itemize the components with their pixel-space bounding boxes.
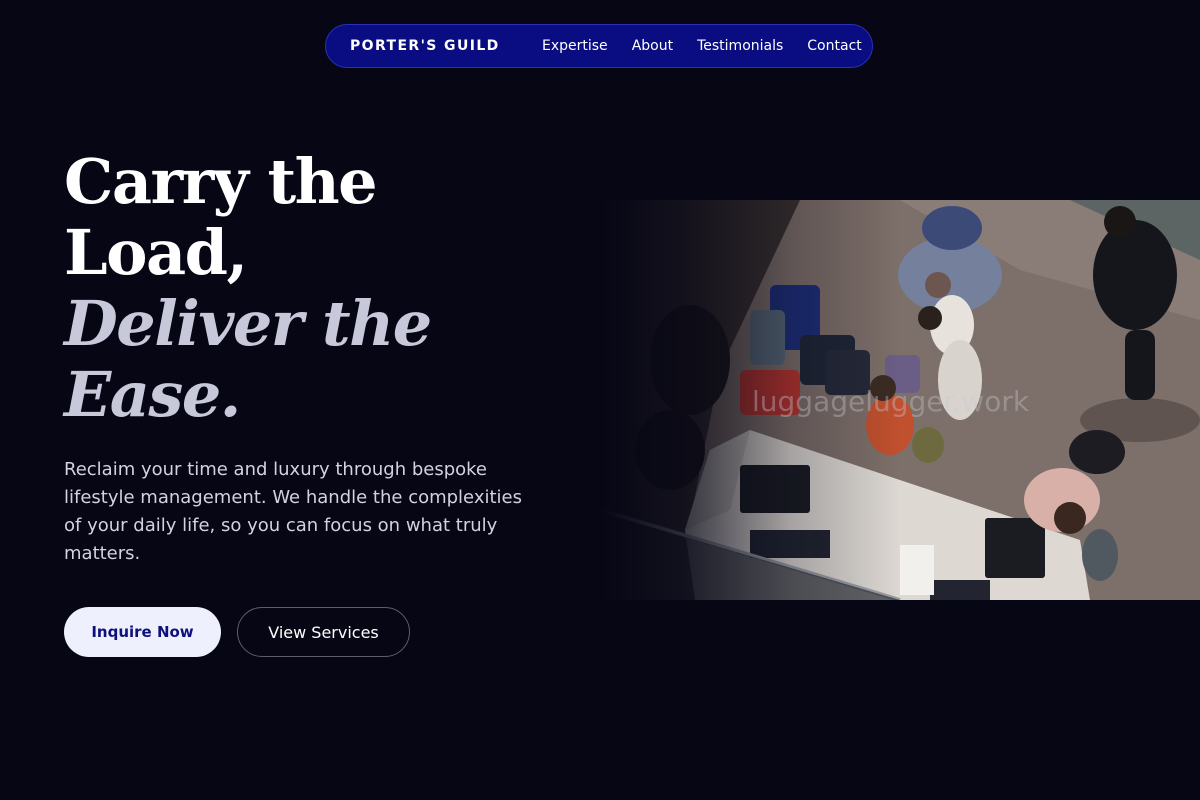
- inquire-now-button[interactable]: Inquire Now: [64, 607, 221, 657]
- top-nav: PORTER'S GUILD Expertise About Testimoni…: [325, 24, 873, 68]
- headline-line-2: Load,: [64, 216, 248, 289]
- view-services-button[interactable]: View Services: [237, 607, 410, 657]
- headline-line-4: Ease.: [64, 358, 241, 431]
- nav-link-testimonials[interactable]: Testimonials: [697, 38, 783, 54]
- hero-description: Reclaim your time and luxury through bes…: [64, 459, 522, 564]
- headline-line-1: Carry the: [64, 145, 378, 218]
- nav-link-contact[interactable]: Contact: [807, 38, 861, 54]
- headline-line-3: Deliver the: [64, 287, 432, 360]
- nav-link-about[interactable]: About: [632, 38, 673, 54]
- brand-logo[interactable]: PORTER'S GUILD: [350, 38, 500, 54]
- hero-image: luggagelugger.work: [600, 200, 1200, 600]
- hero-page: PORTER'S GUILD Expertise About Testimoni…: [0, 0, 1200, 800]
- image-watermark: luggagelugger.work: [752, 385, 1030, 418]
- hero-headline: Carry the Load, Deliver the Ease.: [64, 146, 584, 430]
- nav-link-expertise[interactable]: Expertise: [542, 38, 608, 54]
- nav-links: Expertise About Testimonials Contact: [542, 38, 862, 54]
